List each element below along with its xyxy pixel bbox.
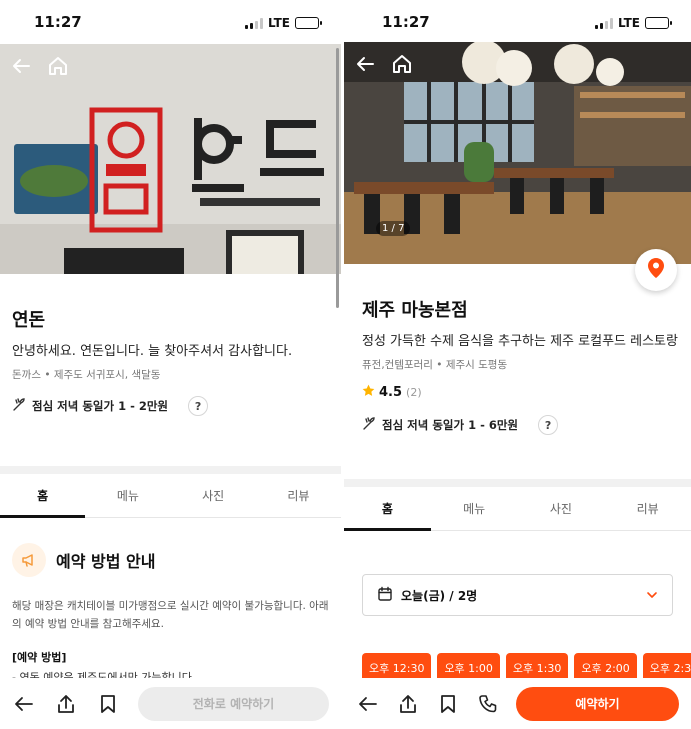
restaurant-screen-yeondon: 11:27 LTE 연돈 안녕하세요. 연돈입니다. 늘 찾아주셔서 감사합니다… <box>0 0 341 729</box>
call-reservation-button[interactable]: 전화로 예약하기 <box>138 686 329 721</box>
star-icon <box>362 384 375 401</box>
restaurant-meta: 돈까스 • 제주도 서귀포시, 색달동 <box>12 369 161 381</box>
battery-icon <box>295 17 322 29</box>
price-text: 점심 저녁 동일가 1 - 6만원 <box>382 418 519 432</box>
status-time: 11:27 <box>382 13 430 31</box>
network-label: LTE <box>267 16 290 30</box>
date-party-value: 오늘(금) / 2명 <box>401 588 478 603</box>
share-icon[interactable] <box>54 692 78 716</box>
tab-home[interactable]: 홈 <box>0 474 86 518</box>
restaurant-info: 연돈 안녕하세요. 연돈입니다. 늘 찾아주셔서 감사합니다. 돈까스 • 제주… <box>12 306 329 416</box>
notice-header: 예약 방법 안내 <box>12 543 329 577</box>
photo-counter: 1 / 7 <box>376 221 411 236</box>
bookmark-icon[interactable] <box>436 692 460 716</box>
restaurant-description: 정성 가득한 수제 음식을 추구하는 제주 로컬푸드 레스토랑 <box>362 334 678 349</box>
back-arrow-icon[interactable] <box>12 692 36 716</box>
tab-photos[interactable]: 사진 <box>518 487 605 530</box>
rating-score: 4.5 <box>379 385 403 400</box>
tab-menu[interactable]: 메뉴 <box>431 487 518 530</box>
tab-reviews[interactable]: 리뷰 <box>604 487 691 530</box>
restaurant-screen-manong: 11:27 LTE 1 / 7 제주 마농본점 정성 가득한 수제 음식을 추구… <box>344 0 691 729</box>
section-divider <box>0 466 341 474</box>
tab-bar: 홈 메뉴 사진 리뷰 <box>0 474 341 518</box>
back-arrow-icon[interactable] <box>10 54 34 78</box>
phone-icon[interactable] <box>476 692 500 716</box>
restaurant-name: 연돈 <box>12 310 46 331</box>
hero-navigation <box>354 52 414 76</box>
fork-knife-icon <box>12 397 26 415</box>
status-indicators: LTE <box>244 16 322 30</box>
signal-icon <box>244 17 263 29</box>
yeondon-signboard-illustration <box>0 44 341 274</box>
section-divider <box>344 479 691 487</box>
notice-body: 해당 매장은 캐치테이블 미가맹점으로 실시간 예약이 불가능합니다. 아래의 … <box>12 600 329 630</box>
chevron-down-icon <box>646 589 658 601</box>
price-help-button[interactable]: ? <box>538 415 559 435</box>
restaurant-meta: 퓨전,컨템포러리 • 제주시 도평동 <box>362 359 508 371</box>
price-range: 점심 저녁 동일가 1 - 6만원 ? <box>362 415 679 435</box>
hero-photo[interactable]: 1 / 7 <box>344 42 691 264</box>
hero-photo[interactable] <box>0 44 341 274</box>
restaurant-info: 제주 마농본점 정성 가득한 수제 음식을 추구하는 제주 로컬푸드 레스토랑 … <box>362 296 679 435</box>
rating: 4.5 (2) <box>362 384 679 401</box>
restaurant-name: 제주 마농본점 <box>362 300 468 321</box>
notice-subtitle: [예약 방법] <box>12 651 67 664</box>
tab-photos[interactable]: 사진 <box>171 474 256 517</box>
home-icon[interactable] <box>390 52 414 76</box>
bookmark-icon[interactable] <box>96 692 120 716</box>
status-time: 11:27 <box>34 13 82 31</box>
tab-bar: 홈 메뉴 사진 리뷰 <box>344 487 691 531</box>
map-button[interactable] <box>635 249 677 291</box>
status-bar: 11:27 LTE <box>344 0 691 44</box>
status-bar: 11:27 LTE <box>0 0 341 44</box>
battery-icon <box>645 17 672 29</box>
reserve-button[interactable]: 예약하기 <box>516 686 679 721</box>
price-range: 점심 저녁 동일가 1 - 2만원 ? <box>12 396 329 416</box>
reservation-notice: 예약 방법 안내 해당 매장은 캐치테이블 미가맹점으로 실시간 예약이 불가능… <box>12 543 329 679</box>
tab-reviews[interactable]: 리뷰 <box>256 474 341 517</box>
rating-count: (2) <box>406 386 422 399</box>
share-icon[interactable] <box>396 692 420 716</box>
hero-navigation <box>10 54 70 78</box>
status-indicators: LTE <box>594 16 672 30</box>
location-pin-icon <box>647 257 665 283</box>
calendar-icon <box>377 586 393 605</box>
home-icon[interactable] <box>46 54 70 78</box>
date-party-selector[interactable]: 오늘(금) / 2명 <box>362 574 673 616</box>
fork-knife-icon <box>362 416 376 434</box>
bottom-action-bar: 전화로 예약하기 <box>0 678 341 729</box>
megaphone-icon <box>12 543 46 577</box>
signal-icon <box>594 17 613 29</box>
back-arrow-icon[interactable] <box>354 52 378 76</box>
price-help-button[interactable]: ? <box>188 396 209 416</box>
restaurant-description: 안녕하세요. 연돈입니다. 늘 찾아주셔서 감사합니다. <box>12 344 293 359</box>
notice-title: 예약 방법 안내 <box>56 552 156 571</box>
back-arrow-icon[interactable] <box>356 692 380 716</box>
tab-menu[interactable]: 메뉴 <box>85 474 170 517</box>
scrollbar-thumb[interactable] <box>336 48 339 308</box>
network-label: LTE <box>617 16 640 30</box>
price-text: 점심 저녁 동일가 1 - 2만원 <box>32 399 169 413</box>
tab-home[interactable]: 홈 <box>344 487 431 531</box>
bottom-action-bar: 예약하기 <box>344 678 691 729</box>
